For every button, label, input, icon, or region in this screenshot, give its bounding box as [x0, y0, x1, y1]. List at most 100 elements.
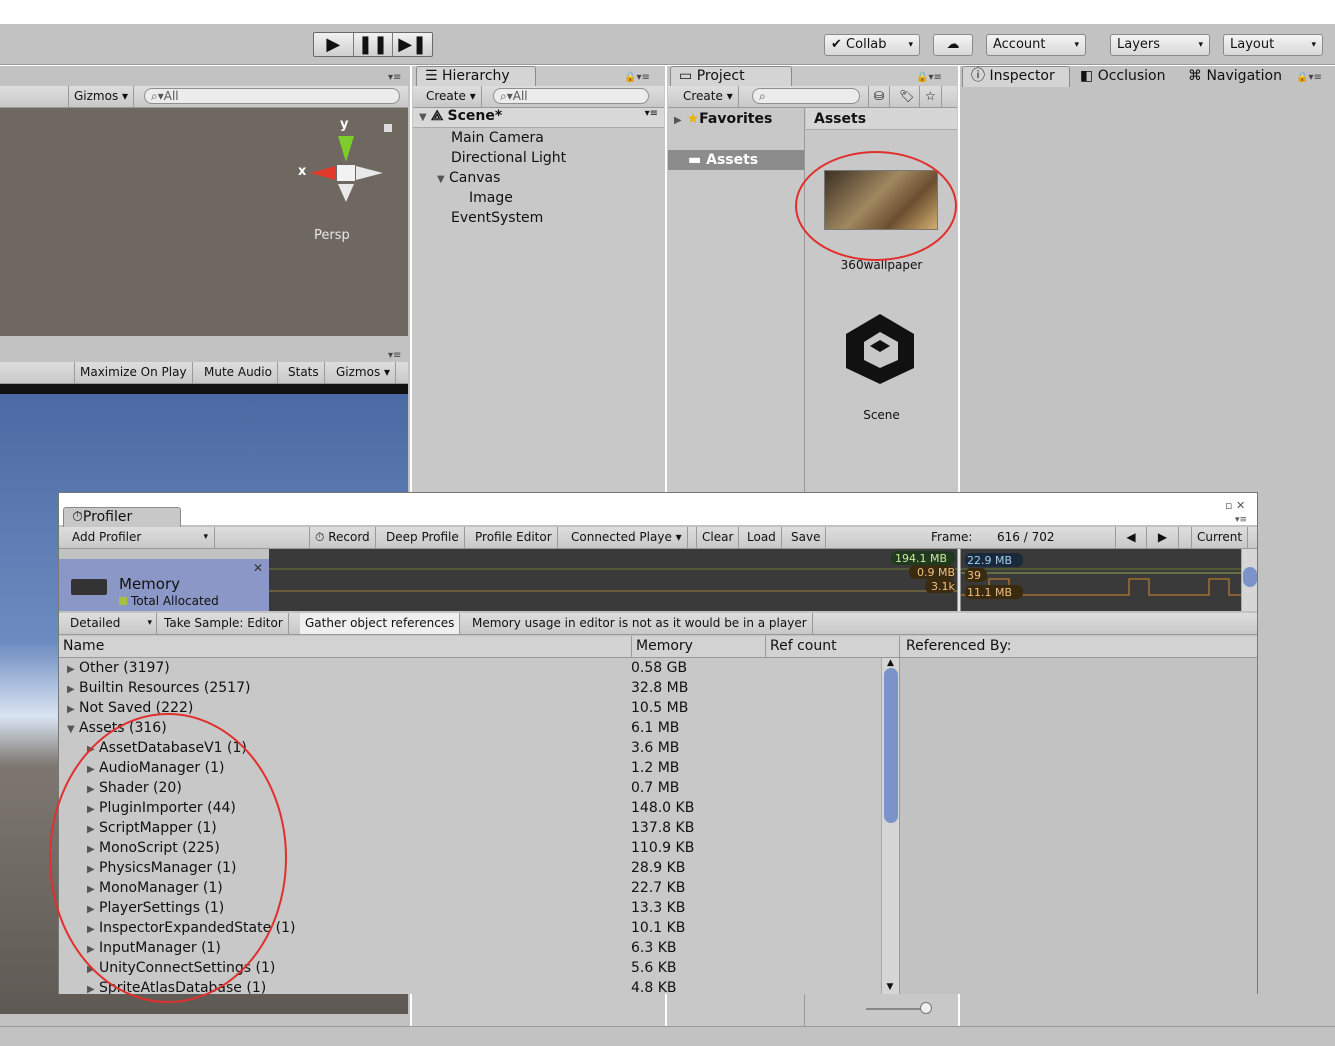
expand-triangle-icon[interactable]: ▶	[87, 820, 99, 840]
connected-player-dropdown[interactable]: Connected Playe ▾	[566, 527, 688, 548]
play-button[interactable]: ▶	[314, 33, 354, 56]
gizmo-neg-x-arrow[interactable]	[356, 166, 383, 180]
scroll-down-icon[interactable]: ▼	[882, 982, 898, 992]
zoom-slider-thumb[interactable]	[920, 1002, 932, 1014]
memory-table-row[interactable]: ▶ MonoScript (225) 110.9 KB	[59, 838, 881, 858]
expand-triangle-icon[interactable]: ▶	[674, 115, 682, 126]
step-button[interactable]: ▶❚	[393, 33, 432, 56]
current-frame-button[interactable]: Current	[1191, 527, 1249, 548]
hierarchy-create-dropdown[interactable]: Create ▾	[421, 86, 482, 107]
column-header-name[interactable]: Name	[63, 638, 104, 654]
memory-table-row[interactable]: ▶ InspectorExpandedState (1) 10.1 KB	[59, 918, 881, 938]
gizmo-x-arrow[interactable]	[310, 166, 336, 180]
tab-occlusion[interactable]: ◧ Occlusion	[1080, 68, 1166, 84]
panel-menu-icon[interactable]: ▾≡	[388, 350, 401, 361]
scene-root-row[interactable]: ▼ ⟁ Scene* ▾≡	[413, 108, 664, 128]
scene-search-input[interactable]: ⌕▾All	[144, 88, 400, 104]
hierarchy-item[interactable]: Image	[413, 188, 664, 208]
scroll-up-icon[interactable]: ▲	[882, 658, 899, 668]
scene-menu-icon[interactable]: ▾≡	[645, 108, 658, 119]
scene-viewport[interactable]: y x Persp	[0, 108, 408, 336]
column-header-memory[interactable]: Memory	[631, 636, 697, 658]
total-allocated-legend[interactable]: Total Allocated	[119, 594, 219, 608]
lock-menu-icon[interactable]: 🔒▾≡	[1296, 72, 1322, 83]
lock-menu-icon[interactable]: 🔒▾≡	[916, 72, 942, 83]
favorites-row[interactable]: ▶ ★Favorites	[668, 108, 804, 130]
column-header-refcount[interactable]: Ref count	[765, 636, 841, 658]
asset-label[interactable]: Scene	[806, 408, 957, 422]
panel-menu-icon[interactable]: ▾≡	[1235, 515, 1247, 525]
expand-triangle-icon[interactable]: ▼	[437, 170, 449, 190]
memory-table-row[interactable]: ▶ Other (3197) 0.58 GB	[59, 658, 881, 678]
expand-triangle-icon[interactable]: ▶	[67, 700, 79, 720]
hierarchy-item[interactable]: EventSystem	[413, 208, 664, 228]
memory-table-scrollbar[interactable]: ▲ ▼	[881, 658, 899, 994]
view-mode-dropdown[interactable]: Detailed ▾	[65, 613, 157, 634]
expand-triangle-icon[interactable]: ▶	[87, 740, 99, 760]
expand-triangle-icon[interactable]: ▶	[87, 900, 99, 920]
memory-table-row[interactable]: ▶ ScriptMapper (1) 137.8 KB	[59, 818, 881, 838]
layout-dropdown[interactable]: Layout ▾	[1223, 34, 1323, 56]
tab-inspector[interactable]: ⓘ Inspector	[962, 66, 1070, 87]
save-button[interactable]: Save	[786, 527, 827, 548]
close-module-icon[interactable]: ✕	[253, 561, 263, 575]
cloud-button[interactable]: ☁	[933, 34, 973, 56]
project-breadcrumb[interactable]: Assets	[806, 108, 957, 130]
gizmo-neg-y-arrow[interactable]	[338, 184, 354, 202]
gizmo-center-cube[interactable]	[337, 165, 355, 181]
memory-graph[interactable]: 194.1 MB 0.9 MB 3.1k 22.9 MB 39 11.1 MB	[269, 549, 1249, 611]
memory-table-row[interactable]: ▶ Not Saved (222) 10.5 MB	[59, 698, 881, 718]
expand-triangle-icon[interactable]: ▶	[67, 660, 79, 680]
account-dropdown[interactable]: Account ▾	[986, 34, 1086, 56]
memory-table-row[interactable]: ▶ SpriteAtlasDatabase (1) 4.8 KB	[59, 978, 881, 994]
lock-icon[interactable]	[384, 124, 392, 132]
add-profiler-dropdown[interactable]: Add Profiler ▾	[67, 527, 215, 548]
image-thumbnail-icon[interactable]	[824, 170, 938, 230]
profile-editor-toggle[interactable]: Profile Editor	[470, 527, 558, 548]
memory-module[interactable]: Memory Total Allocated ✕	[59, 559, 269, 611]
maximize-on-play-toggle[interactable]: Maximize On Play	[74, 362, 193, 383]
collab-button[interactable]: ✔ Collab ▾	[824, 34, 920, 56]
memory-table-row[interactable]: ▶ UnityConnectSettings (1) 5.6 KB	[59, 958, 881, 978]
memory-table-row[interactable]: ▶ PluginImporter (44) 148.0 KB	[59, 798, 881, 818]
expand-triangle-icon[interactable]: ▶	[67, 680, 79, 700]
favorite-star-icon[interactable]: ☆	[920, 86, 942, 107]
expand-triangle-icon[interactable]: ▶	[87, 880, 99, 900]
expand-triangle-icon[interactable]: ▼	[419, 112, 427, 123]
expand-triangle-open-icon[interactable]: ▼	[67, 720, 79, 740]
project-search-input[interactable]: ⌕	[752, 88, 860, 104]
unity-logo-icon[interactable]	[844, 312, 916, 386]
scroll-thumb[interactable]	[884, 668, 898, 823]
deep-profile-toggle[interactable]: Deep Profile	[381, 527, 465, 548]
next-frame-button[interactable]: ▶	[1147, 527, 1179, 548]
hierarchy-search-input[interactable]: ⌕▾All	[493, 88, 649, 104]
memory-table-row[interactable]: ▶ MonoManager (1) 22.7 KB	[59, 878, 881, 898]
graph-scroll-thumb[interactable]	[1243, 567, 1257, 587]
hierarchy-item[interactable]: Main Camera	[413, 128, 664, 148]
hierarchy-item[interactable]: Directional Light	[413, 148, 664, 168]
memory-table-row[interactable]: ▶ Builtin Resources (2517) 32.8 MB	[59, 678, 881, 698]
expand-triangle-icon[interactable]: ▶	[87, 800, 99, 820]
expand-triangle-icon[interactable]: ▶	[87, 840, 99, 860]
filter-type-icon[interactable]: ⛁	[868, 86, 891, 107]
memory-table-row[interactable]: ▶ AudioManager (1) 1.2 MB	[59, 758, 881, 778]
pause-button[interactable]: ❚❚	[354, 33, 394, 56]
graph-scrollbar[interactable]	[1241, 549, 1257, 611]
tab-hierarchy[interactable]: ☰ Hierarchy	[416, 66, 536, 87]
gizmo-y-arrow[interactable]	[338, 136, 354, 162]
prev-frame-button[interactable]: ◀	[1115, 527, 1147, 548]
expand-triangle-icon[interactable]: ▶	[87, 980, 99, 994]
lock-menu-icon[interactable]: 🔒▾≡	[624, 72, 650, 83]
layers-dropdown[interactable]: Layers ▾	[1110, 34, 1210, 56]
filter-label-icon[interactable]: 🏷	[894, 86, 921, 107]
tab-profiler[interactable]: ⏱Profiler	[63, 507, 181, 527]
load-button[interactable]: Load	[742, 527, 782, 548]
mute-audio-toggle[interactable]: Mute Audio	[199, 362, 278, 383]
stats-toggle[interactable]: Stats	[283, 362, 325, 383]
expand-triangle-icon[interactable]: ▶	[87, 920, 99, 940]
gizmos-dropdown[interactable]: Gizmos ▾	[68, 86, 135, 107]
expand-triangle-icon[interactable]: ▶	[87, 860, 99, 880]
game-gizmos-dropdown[interactable]: Gizmos ▾	[331, 362, 397, 383]
memory-table-row[interactable]: ▶ AssetDatabaseV1 (1) 3.6 MB	[59, 738, 881, 758]
panel-menu-icon[interactable]: ▾≡	[388, 72, 401, 83]
